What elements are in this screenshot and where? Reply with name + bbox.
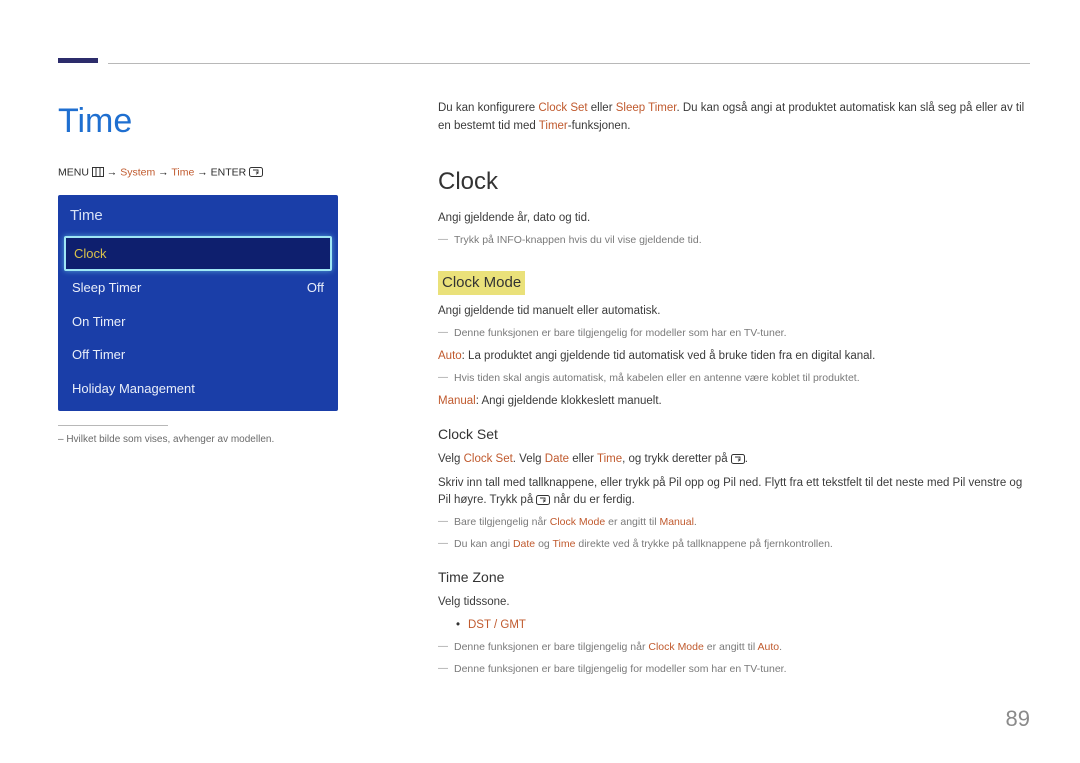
t: Bare tilgjengelig når — [454, 516, 550, 528]
enter-icon — [731, 453, 745, 465]
t: eller — [569, 453, 597, 465]
t: . — [745, 453, 748, 465]
timezone-p1: Velg tidssone. — [438, 594, 1030, 611]
t: Du kan angi — [454, 538, 513, 550]
t: Auto — [758, 641, 780, 653]
enter-icon — [249, 165, 263, 181]
menu-row-label: Clock — [74, 244, 107, 264]
heading-clock-mode: Clock Mode — [438, 271, 525, 296]
clockset-note1: Bare tilgjengelig når Clock Mode er angi… — [438, 515, 1030, 531]
right-column: Du kan konfigurere Clock Set eller Sleep… — [438, 100, 1030, 684]
t: Manual — [438, 395, 476, 407]
path-system: System — [120, 167, 155, 179]
sep: → — [194, 167, 210, 179]
t: . Velg — [513, 453, 545, 465]
menu-row-clock[interactable]: Clock — [64, 236, 332, 272]
menu-row-sleep-timer[interactable]: Sleep Timer Off — [58, 271, 338, 305]
t: Clock Mode — [648, 641, 703, 653]
caption-rule — [58, 425, 168, 426]
path-time: Time — [171, 167, 194, 179]
t: -funksjonen. — [568, 120, 631, 132]
menu-grid-icon — [92, 165, 104, 181]
t: eller — [588, 102, 616, 114]
t: Denne funksjonen er bare tilgjengelig nå… — [454, 641, 648, 653]
menu-row-off-timer[interactable]: Off Timer — [58, 338, 338, 372]
t: Date — [545, 453, 569, 465]
t: når du er ferdig. — [550, 494, 634, 506]
menu-row-label: On Timer — [72, 312, 125, 332]
t: Clock Set — [464, 453, 513, 465]
t: Date — [513, 538, 535, 550]
clockset-note2: Du kan angi Date og Time direkte ved å t… — [438, 537, 1030, 553]
panel-title: Time — [58, 195, 338, 236]
t: Time — [597, 453, 622, 465]
menu-label: MENU — [58, 167, 89, 179]
t: Sleep Timer — [616, 102, 677, 114]
t: Skriv inn tall med tallknappene, eller t… — [438, 477, 1022, 506]
t: Velg — [438, 453, 464, 465]
top-rule — [108, 63, 1030, 64]
t: og — [535, 538, 552, 550]
t: er angitt til — [704, 641, 758, 653]
tv-menu-panel: Time Clock Sleep Timer Off On Timer Off … — [58, 195, 338, 411]
t: Manual — [659, 516, 693, 528]
heading-clock: Clock — [438, 164, 1030, 200]
t: Timer — [539, 120, 568, 132]
t: Clock Mode — [550, 516, 605, 528]
t: Time — [552, 538, 575, 550]
menu-row-label: Off Timer — [72, 345, 125, 365]
heading-clock-set: Clock Set — [438, 424, 1030, 445]
t: er angitt til — [605, 516, 659, 528]
timezone-bullet: DST / GMT — [438, 617, 1030, 634]
page-number: 89 — [1006, 702, 1030, 735]
left-column: Time MENU → System → Time → ENTER Time C… — [58, 100, 398, 684]
t: Clock Set — [538, 102, 587, 114]
menu-row-label: Sleep Timer — [72, 278, 141, 298]
clockmode-auto: Auto: La produktet angi gjeldende tid au… — [438, 348, 1030, 365]
enter-icon — [536, 494, 550, 506]
menu-path: MENU → System → Time → ENTER — [58, 165, 398, 181]
t: : Angi gjeldende klokkeslett manuelt. — [476, 395, 662, 407]
enter-label: ENTER — [211, 167, 247, 179]
sep: → — [107, 167, 120, 179]
clockset-line2: Skriv inn tall med tallknappene, eller t… — [438, 475, 1030, 510]
section-marker — [58, 58, 98, 63]
t: . — [779, 641, 782, 653]
menu-row-label: Holiday Management — [72, 379, 195, 399]
timezone-note2: Denne funksjonen er bare tilgjengelig fo… — [438, 662, 1030, 678]
clock-note1: Trykk på INFO-knappen hvis du vil vise g… — [438, 233, 1030, 249]
timezone-note1: Denne funksjonen er bare tilgjengelig nå… — [438, 640, 1030, 656]
clockmode-manual: Manual: Angi gjeldende klokkeslett manue… — [438, 393, 1030, 410]
t: Auto — [438, 350, 462, 362]
menu-row-on-timer[interactable]: On Timer — [58, 305, 338, 339]
heading-time-zone: Time Zone — [438, 567, 1030, 588]
t: : La produktet angi gjeldende tid automa… — [462, 350, 876, 362]
clockmode-note1: Denne funksjonen er bare tilgjengelig fo… — [438, 326, 1030, 342]
t: . — [694, 516, 697, 528]
t: direkte ved å trykke på tallknappene på … — [575, 538, 832, 550]
t: Du kan konfigurere — [438, 102, 538, 114]
clock-p1: Angi gjeldende år, dato og tid. — [438, 210, 1030, 227]
clockmode-note2: Hvis tiden skal angis automatisk, må kab… — [438, 371, 1030, 387]
menu-row-value: Off — [307, 278, 324, 298]
t: , og trykk deretter på — [622, 453, 731, 465]
panel-caption: – Hvilket bilde som vises, avhenger av m… — [58, 432, 398, 447]
intro-text: Du kan konfigurere Clock Set eller Sleep… — [438, 100, 1030, 136]
clockset-line1: Velg Clock Set. Velg Date eller Time, og… — [438, 451, 1030, 468]
sep: → — [155, 167, 171, 179]
page-title: Time — [58, 96, 398, 147]
t: DST / GMT — [468, 619, 526, 631]
clockmode-p1: Angi gjeldende tid manuelt eller automat… — [438, 303, 1030, 320]
menu-row-holiday-management[interactable]: Holiday Management — [58, 372, 338, 406]
